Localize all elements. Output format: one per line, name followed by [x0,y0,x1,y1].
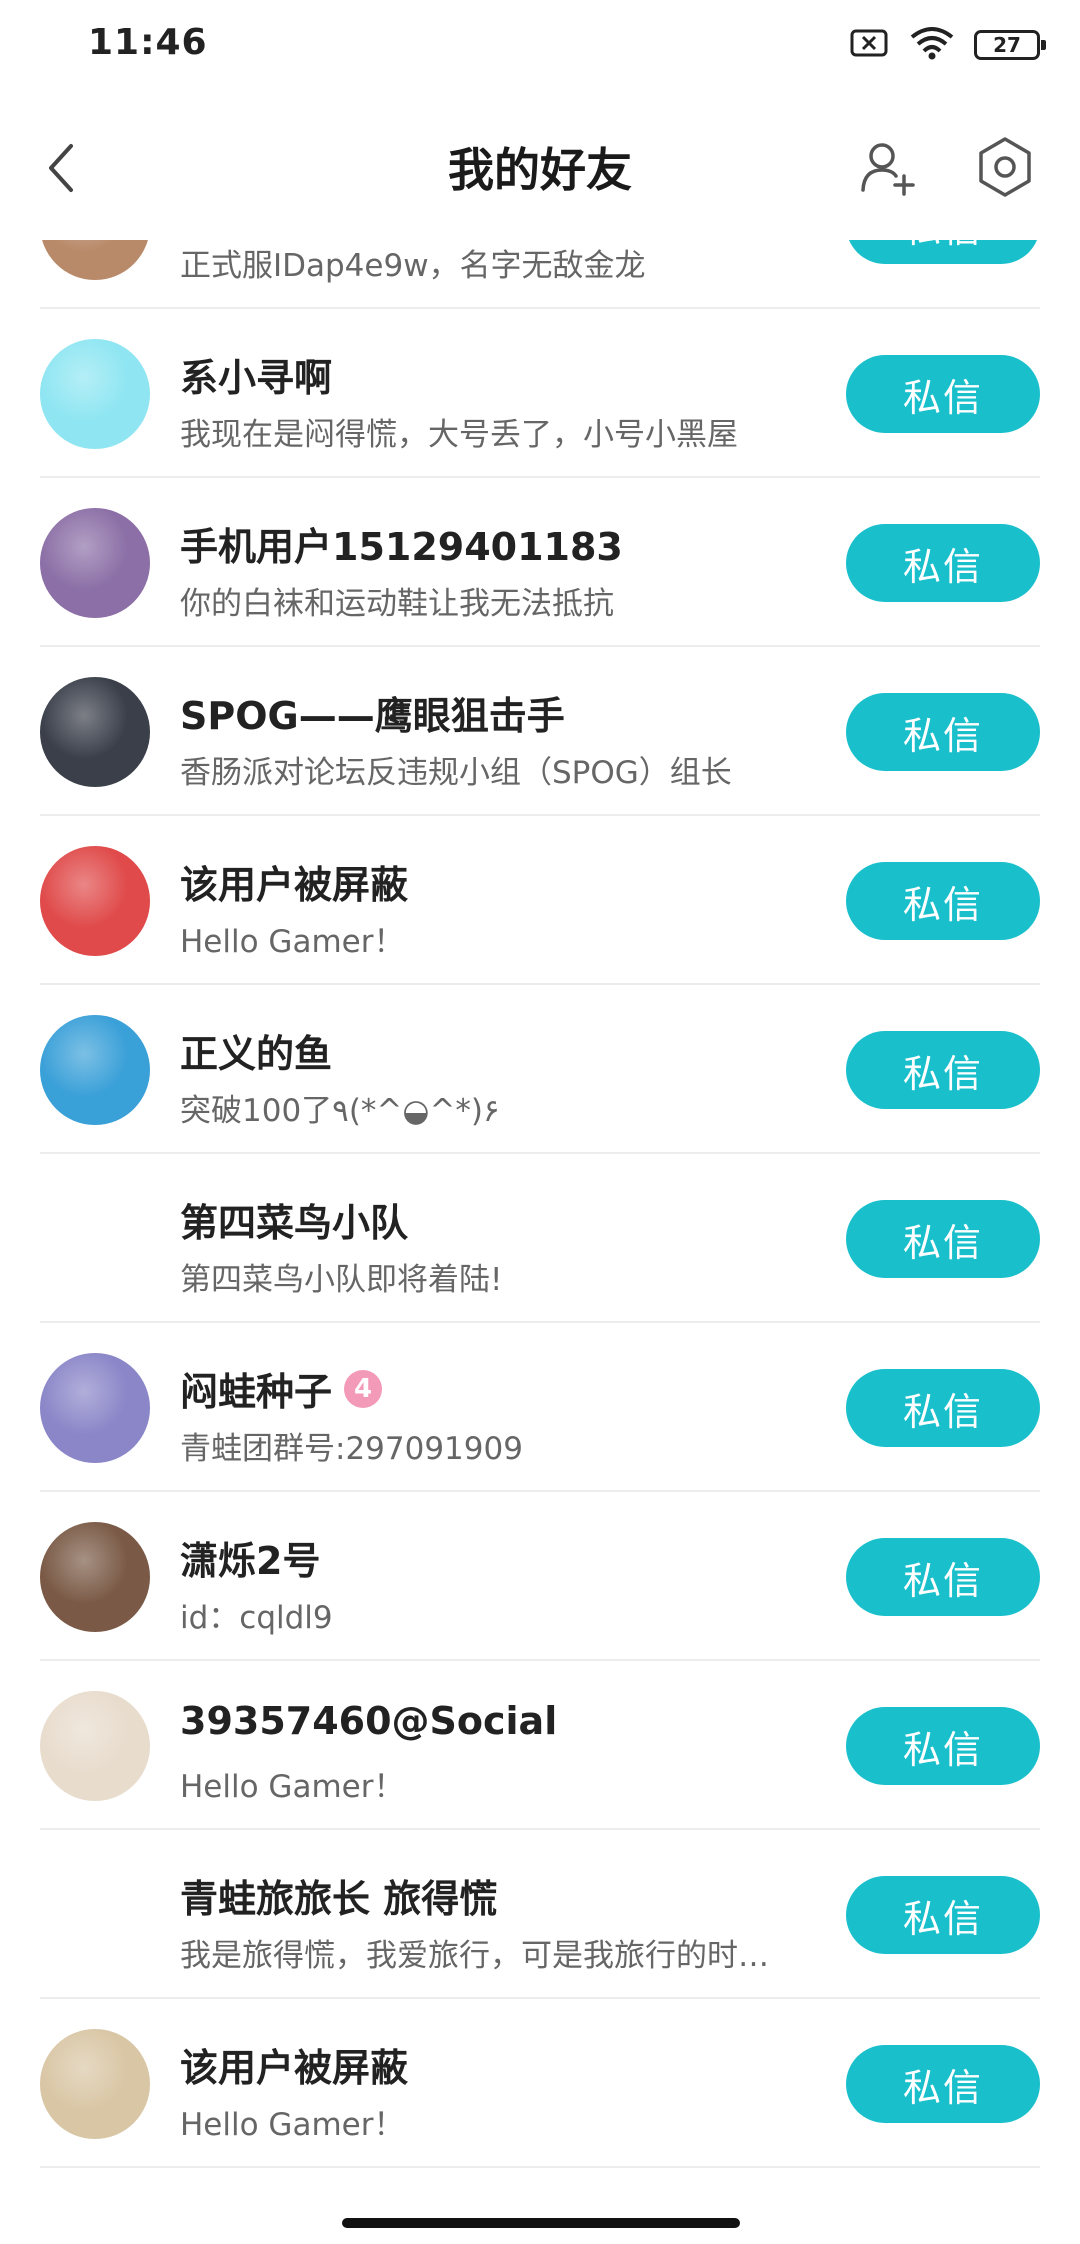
friend-signature: Hello Gamer！ [180,2107,405,2143]
message-button[interactable]: 私信 [846,1538,1040,1616]
avatar[interactable] [40,339,150,449]
friend-name-line: 正义的鱼 [180,1023,332,1078]
sim-missing-icon [850,28,890,62]
friend-row[interactable]: 闷蛙种子 4 青蛙团群号:297091909 私信 [0,1323,1080,1492]
friend-signature: 正式服IDap4e9w，名字无敌金龙 [180,248,646,284]
friend-name-line: 潇烁2号 [180,1530,320,1585]
friend-row[interactable]: 青蛙旅旅长 旅得慌我是旅得慌，我爱旅行，可是我旅行的时… 私信 [0,1830,1080,1999]
friend-row[interactable]: 该用户被屏蔽 Hello Gamer！ 私信 [0,816,1080,985]
friend-name: 闷蛙种子 [180,1370,333,1414]
message-button[interactable]: 私信 [846,1369,1040,1447]
friend-signature: 你的白袜和运动鞋让我无法抵抗 [180,586,614,622]
friend-name: 该用户被屏蔽 [180,2046,409,2090]
avatar[interactable] [40,1353,150,1463]
friend-row[interactable]: 39357460@Social Hello Gamer！ 私信 [0,1661,1080,1830]
message-button[interactable]: 私信 [846,1200,1040,1278]
battery-icon: 27 [974,30,1046,60]
avatar[interactable] [40,2029,150,2139]
avatar[interactable] [40,1522,150,1632]
friend-row[interactable]: SPOG——鹰眼狙击手香肠派对论坛反违规小组（SPOG）组长 私信 [0,647,1080,816]
friend-list-viewport[interactable]: 无敌金龙4正式服IDap4e9w，名字无敌金龙私信系小寻啊我现在是闷得慌，大号丢… [0,240,1080,2215]
avatar[interactable] [40,1015,150,1125]
status-time: 11:46 [88,22,208,63]
friend-name: 潇烁2号 [180,1539,321,1583]
friend-signature: 第四菜鸟小队即将着陆! [180,1262,503,1298]
message-button[interactable]: 私信 [846,1876,1040,1954]
friend-name-line: 手机用户15129401183 [180,516,623,571]
friend-signature: id：cqldl9 [180,1600,333,1636]
message-button[interactable]: 私信 [846,524,1040,602]
friend-name: SPOG——鹰眼狙击手 [180,694,565,738]
message-button[interactable]: 私信 [846,2045,1040,2123]
settings-hexagon-icon [979,137,1031,197]
avatar[interactable] [40,1860,150,1970]
message-button[interactable]: 私信 [846,240,1040,264]
message-button[interactable]: 私信 [846,693,1040,771]
friend-signature: Hello Gamer！ [180,924,405,960]
friend-name-line: 39357460@Social [180,1699,557,1743]
friend-signature: 突破100了٩(*^◒^*)۶ [180,1093,500,1129]
friend-signature: 我是旅得慌，我爱旅行，可是我旅行的时… [180,1938,769,1974]
avatar[interactable] [40,1184,150,1294]
friend-signature: Hello Gamer！ [180,1769,405,1805]
friend-name: 正义的鱼 [180,1032,333,1076]
friend-list: 无敌金龙4正式服IDap4e9w，名字无敌金龙私信系小寻啊我现在是闷得慌，大号丢… [0,240,1080,2168]
settings-button[interactable] [968,130,1042,204]
avatar[interactable] [40,508,150,618]
friend-name-line: 系小寻啊 [180,347,332,402]
avatar[interactable] [40,1691,150,1801]
friend-name: 青蛙旅旅长 旅得慌 [180,1877,498,1921]
avatar[interactable] [40,240,150,280]
friend-name-line: 该用户被屏蔽 [180,2037,408,2092]
friend-name: 该用户被屏蔽 [180,863,409,907]
header: 我的好友 [0,92,1080,242]
friend-name: 39357460@Social [180,1699,558,1743]
status-bar: 11:46 27 [0,0,1080,92]
friend-name-line: SPOG——鹰眼狙击手 [180,685,565,740]
friend-name-line: 青蛙旅旅长 旅得慌 [180,1868,497,1923]
friend-signature: 我现在是闷得慌，大号丢了，小号小黑屋 [180,417,738,453]
friend-name-line: 第四菜鸟小队 [180,1192,408,1247]
friend-row[interactable]: 无敌金龙4正式服IDap4e9w，名字无敌金龙私信 [0,240,1080,309]
message-button[interactable]: 私信 [846,355,1040,433]
friend-name: 手机用户15129401183 [180,525,623,569]
add-friend-button[interactable] [852,132,922,202]
friend-name-line: 闷蛙种子 4 [180,1361,383,1416]
friend-name: 第四菜鸟小队 [180,1201,409,1245]
status-icons: 27 [850,26,1046,64]
message-button[interactable]: 私信 [846,1707,1040,1785]
add-user-icon [861,143,915,196]
friend-name-line: 该用户被屏蔽 [180,854,408,909]
friend-name: 系小寻啊 [180,356,333,400]
friend-row[interactable]: 潇烁2号 id：cqldl9 私信 [0,1492,1080,1661]
home-indicator[interactable] [342,2218,740,2228]
message-button[interactable]: 私信 [846,862,1040,940]
message-button[interactable]: 私信 [846,1031,1040,1109]
friend-row[interactable]: 系小寻啊我现在是闷得慌，大号丢了，小号小黑屋 私信 [0,309,1080,478]
level-badge: 4 [344,1369,383,1408]
avatar[interactable] [40,677,150,787]
friend-row[interactable]: 正义的鱼突破100了٩(*^◒^*)۶ 私信 [0,985,1080,1154]
friend-row[interactable]: 第四菜鸟小队第四菜鸟小队即将着陆! 私信 [0,1154,1080,1323]
friend-row[interactable]: 手机用户15129401183 你的白袜和运动鞋让我无法抵抗 私信 [0,478,1080,647]
avatar[interactable] [40,846,150,956]
friend-row[interactable]: 该用户被屏蔽 Hello Gamer！ 私信 [0,1999,1080,2168]
friend-signature: 青蛙团群号:297091909 [180,1431,523,1467]
friend-signature: 香肠派对论坛反违规小组（SPOG）组长 [180,755,732,791]
wifi-icon [910,26,954,64]
